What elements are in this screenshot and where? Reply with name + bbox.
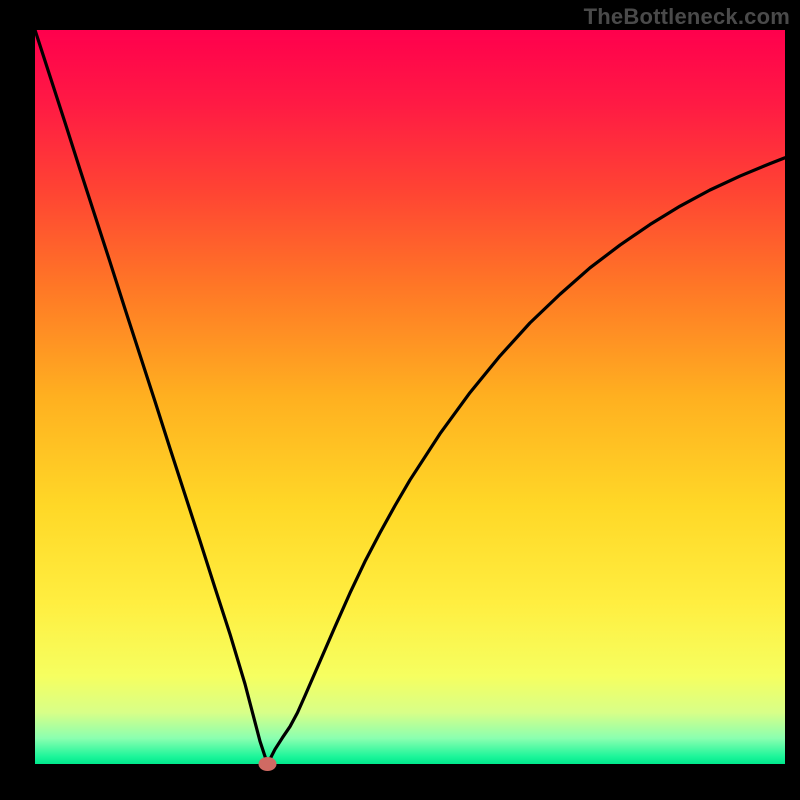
chart-container: { "watermark": "TheBottleneck.com", "cha… <box>0 0 800 800</box>
watermark-text: TheBottleneck.com <box>584 4 790 30</box>
bottleneck-curve-chart <box>0 0 800 800</box>
